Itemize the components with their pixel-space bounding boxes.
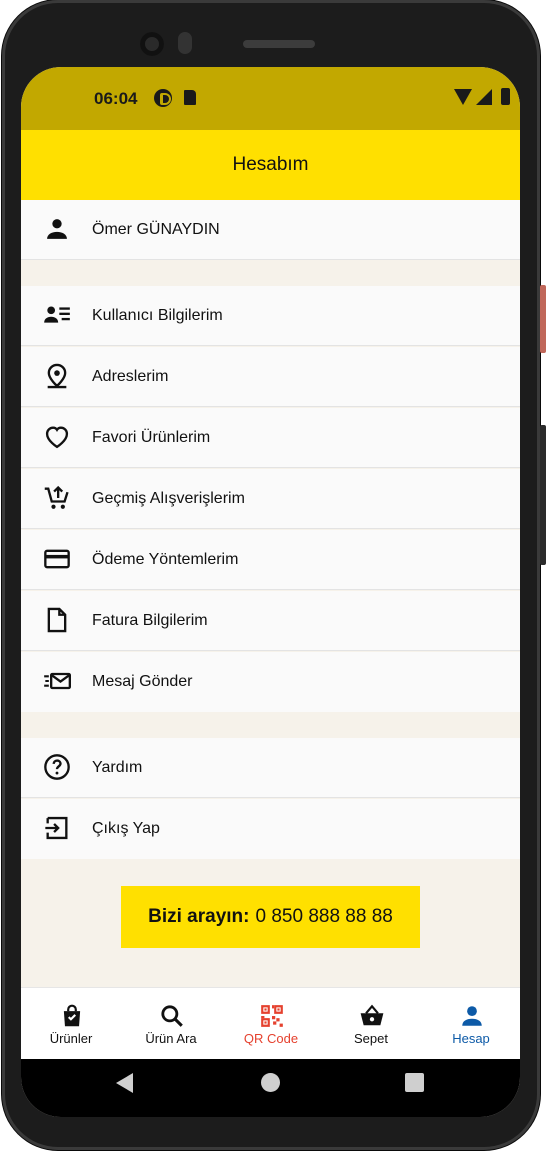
app-notification-icon (154, 89, 172, 107)
logout-icon (45, 816, 68, 840)
shopping-bag-icon (63, 1004, 81, 1027)
home-icon[interactable] (261, 1073, 280, 1092)
nav-item-qr-code[interactable]: QR Code (221, 988, 321, 1060)
menu-item-user-details[interactable]: Kullanıcı Bilgilerim (21, 286, 520, 346)
nav-label: QR Code (243, 1031, 299, 1046)
document-icon (47, 607, 67, 633)
volume-button (540, 425, 546, 565)
search-icon (161, 1005, 183, 1027)
nav-item-search[interactable]: Ürün Ara (121, 988, 221, 1060)
sd-card-icon (184, 90, 196, 105)
menu-item-label: Çıkış Yap (92, 820, 160, 837)
power-button (540, 285, 546, 353)
qr-code-icon (261, 1005, 283, 1027)
menu-item-label: Adreslerim (92, 367, 169, 385)
user-details-icon (44, 306, 70, 323)
nav-label: Ürünler (49, 1031, 93, 1046)
user-row[interactable]: Ömer GÜNAYDIN (21, 200, 520, 260)
status-bar: 06:04 (21, 67, 520, 130)
call-label: Bizi arayın: (148, 906, 250, 927)
recent-apps-icon[interactable] (405, 1073, 424, 1092)
heart-icon (45, 426, 69, 449)
bottom-navigation: Ürünler Ürün Ara QR Code Sepet Hesap (21, 987, 520, 1060)
menu-item-favorites[interactable]: Favori Ürünlerim (21, 408, 520, 468)
person-icon (47, 219, 67, 239)
menu-item-addresses[interactable]: Adreslerim (21, 347, 520, 407)
battery-icon (501, 88, 510, 105)
screen: 06:04 Hesabım Ömer GÜNAYDIN Kullanıcı Bi… (21, 67, 520, 1117)
call-us-button[interactable]: Bizi arayın: 0 850 888 88 88 (121, 886, 420, 948)
menu-item-label: Ödeme Yöntemlerim (92, 550, 239, 568)
help-circle-icon (44, 754, 70, 780)
menu-item-payment-methods[interactable]: Ödeme Yöntemlerim (21, 530, 520, 590)
menu-item-order-history[interactable]: Geçmiş Alışverişlerim (21, 469, 520, 529)
nav-item-products[interactable]: Ürünler (21, 988, 121, 1060)
nav-item-account[interactable]: Hesap (421, 988, 520, 1060)
menu-item-send-message[interactable]: Mesaj Gönder (21, 652, 520, 712)
front-camera (140, 32, 164, 56)
person-icon (462, 1006, 482, 1026)
send-mail-icon (44, 672, 71, 690)
basket-icon (360, 1004, 384, 1026)
nav-label: Sepet (354, 1031, 388, 1046)
nav-item-basket[interactable]: Sepet (321, 988, 421, 1060)
status-time: 06:04 (94, 89, 138, 108)
proximity-sensor (178, 32, 192, 54)
location-pin-icon (47, 363, 67, 389)
menu-item-label: Favori Ürünlerim (92, 428, 211, 446)
earpiece-speaker (243, 40, 315, 48)
cell-signal-icon (476, 89, 492, 105)
menu-item-label: Geçmiş Alışverişlerim (92, 489, 245, 507)
back-icon[interactable] (116, 1073, 133, 1093)
nav-label: Ürün Ara (145, 1031, 197, 1046)
menu-item-help[interactable]: Yardım (21, 738, 520, 798)
menu-item-label: Kullanıcı Bilgilerim (92, 306, 223, 324)
menu-item-label: Fatura Bilgilerim (92, 611, 208, 629)
user-name: Ömer GÜNAYDIN (92, 220, 220, 238)
credit-card-icon (44, 549, 70, 569)
menu-item-label: Yardım (92, 758, 143, 776)
cart-history-icon (44, 485, 69, 509)
menu-item-invoice-info[interactable]: Fatura Bilgilerim (21, 591, 520, 651)
nav-label: Hesap (452, 1031, 490, 1046)
menu-item-label: Mesaj Gönder (92, 673, 193, 690)
page-title: Hesabım (232, 154, 309, 175)
menu-item-logout[interactable]: Çıkış Yap (21, 799, 520, 859)
system-navigation-bar (21, 1059, 520, 1117)
app-bar: Hesabım (21, 130, 520, 200)
wifi-icon (454, 89, 472, 105)
call-number: 0 850 888 88 88 (255, 906, 393, 927)
